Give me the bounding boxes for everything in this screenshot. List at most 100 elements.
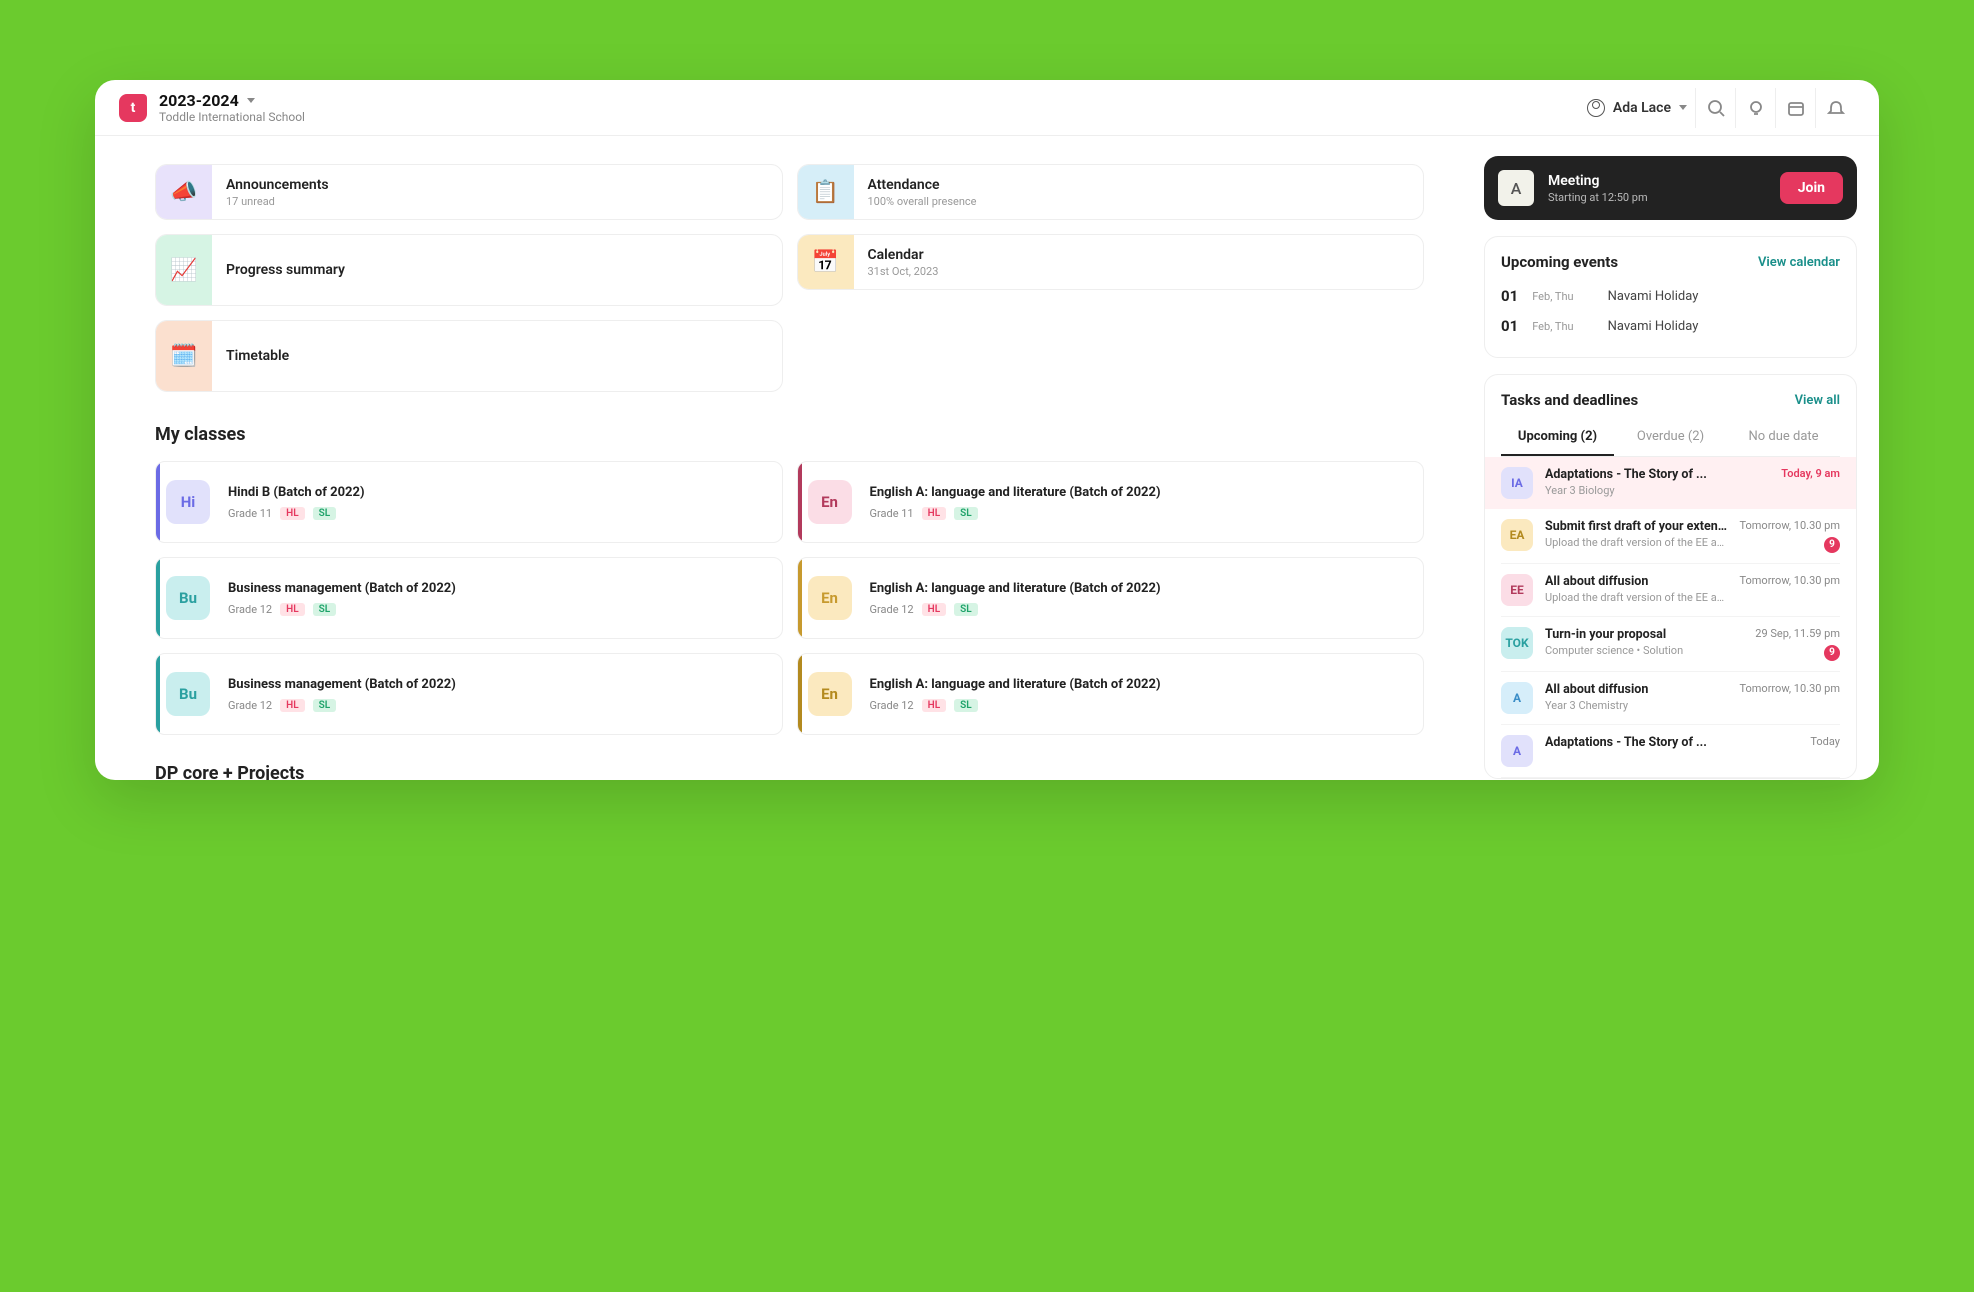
sl-pill: SL	[313, 699, 337, 712]
classes-grid: Hi Hindi B (Batch of 2022) Grade 11 HL S…	[155, 461, 1424, 735]
card-announcements[interactable]: 📣 Announcements 17 unread	[155, 164, 783, 220]
event-day: 01	[1501, 317, 1518, 335]
dpcore-title: DP core + Projects	[155, 763, 1424, 780]
task-row[interactable]: A Adaptations - The Story of ... Today	[1501, 725, 1840, 778]
class-body: English A: language and literature (Batc…	[858, 558, 1173, 638]
class-title: Business management (Batch of 2022)	[228, 676, 456, 694]
task-badge: EA	[1501, 519, 1533, 551]
class-icon-wrap: En	[802, 462, 858, 542]
card-attendance[interactable]: 📋 Attendance 100% overall presence	[797, 164, 1425, 220]
notifications-button[interactable]	[1815, 88, 1855, 128]
sl-pill: SL	[954, 699, 978, 712]
class-card[interactable]: En English A: language and literature (B…	[797, 653, 1425, 735]
year-label: 2023-2024	[159, 91, 239, 110]
year-selector[interactable]: 2023-2024 Toddle International School	[159, 91, 305, 124]
events-list: 01 Feb, Thu Navami Holiday 01 Feb, Thu N…	[1501, 281, 1840, 341]
main-column: 📣 Announcements 17 unread 📋 Attendance 1…	[95, 136, 1484, 780]
class-title: English A: language and literature (Batc…	[870, 676, 1161, 694]
event-dow: Feb, Thu	[1532, 320, 1573, 333]
task-title: Submit first draft of your extended es..…	[1545, 519, 1727, 534]
task-badge: IA	[1501, 467, 1533, 499]
task-badge: A	[1501, 735, 1533, 767]
task-title: Adaptations - The Story of ...	[1545, 735, 1798, 750]
class-card[interactable]: En English A: language and literature (B…	[797, 557, 1425, 639]
card-title: Attendance	[868, 177, 977, 193]
attendance-icon: 📋	[798, 165, 854, 219]
card-calendar[interactable]: 📅 Calendar 31st Oct, 2023	[797, 234, 1425, 290]
timetable-icon: 🗓️	[156, 321, 212, 391]
view-all-link[interactable]: View all	[1795, 393, 1840, 408]
task-main: Adaptations - The Story of ... Year 3 Bi…	[1545, 467, 1769, 497]
school-name: Toddle International School	[159, 110, 305, 124]
class-abbr: Bu	[166, 576, 210, 620]
task-subtitle: Upload the draft version of the EE after…	[1545, 536, 1727, 549]
class-body: Hindi B (Batch of 2022) Grade 11 HL SL	[216, 462, 377, 542]
event-day: 01	[1501, 287, 1518, 305]
megaphone-icon: 📣	[156, 165, 212, 219]
class-meta: Grade 11 HL SL	[228, 507, 365, 520]
grade-label: Grade 12	[228, 603, 272, 616]
task-row[interactable]: EE All about diffusion Upload the draft …	[1501, 564, 1840, 617]
bulb-icon	[1747, 99, 1765, 117]
class-body: Business management (Batch of 2022) Grad…	[216, 654, 468, 734]
count-badge: 9	[1824, 537, 1840, 553]
hl-pill: HL	[280, 507, 305, 520]
tab-overdue[interactable]: Overdue (2)	[1614, 419, 1727, 456]
class-card[interactable]: Hi Hindi B (Batch of 2022) Grade 11 HL S…	[155, 461, 783, 543]
class-abbr: Hi	[166, 480, 210, 524]
task-due: 29 Sep, 11.59 pm	[1755, 627, 1840, 640]
chart-icon: 📈	[156, 235, 212, 305]
task-due: Tomorrow, 10.30 pm	[1739, 682, 1840, 695]
header-bar: t 2023-2024 Toddle International School …	[95, 80, 1879, 136]
user-name: Ada Lace	[1613, 100, 1671, 116]
hl-pill: HL	[922, 603, 947, 616]
task-subtitle: Year 3 Chemistry	[1545, 699, 1727, 712]
task-row[interactable]: A All about diffusion Year 3 Chemistry T…	[1501, 672, 1840, 725]
task-subtitle: Year 3 Biology	[1545, 484, 1769, 497]
event-row[interactable]: 01 Feb, Thu Navami Holiday	[1501, 281, 1840, 311]
tab-nodue[interactable]: No due date	[1727, 419, 1840, 456]
meeting-avatar: A	[1498, 170, 1534, 206]
class-body: Business management (Batch of 2022) Grad…	[216, 558, 468, 638]
search-icon	[1707, 99, 1725, 117]
side-column: A Meeting Starting at 12:50 pm Join Upco…	[1484, 136, 1879, 780]
class-card[interactable]: Bu Business management (Batch of 2022) G…	[155, 653, 783, 735]
event-row[interactable]: 01 Feb, Thu Navami Holiday	[1501, 311, 1840, 341]
view-calendar-link[interactable]: View calendar	[1758, 255, 1840, 270]
user-icon	[1587, 99, 1605, 117]
task-due: Tomorrow, 10.30 pm	[1739, 574, 1840, 587]
task-subtitle: Upload the draft version of the EE after…	[1545, 591, 1727, 604]
task-main: Adaptations - The Story of ...	[1545, 735, 1798, 750]
class-body: English A: language and literature (Batc…	[858, 462, 1173, 542]
class-icon-wrap: En	[802, 654, 858, 734]
task-row[interactable]: EA Submit first draft of your extended e…	[1501, 509, 1840, 564]
class-abbr: En	[808, 480, 852, 524]
content-wrap: 📣 Announcements 17 unread 📋 Attendance 1…	[95, 136, 1879, 780]
user-menu[interactable]: Ada Lace	[1579, 95, 1695, 121]
class-abbr: En	[808, 576, 852, 620]
class-card[interactable]: Bu Business management (Batch of 2022) G…	[155, 557, 783, 639]
sl-pill: SL	[954, 507, 978, 520]
task-title: Adaptations - The Story of ...	[1545, 467, 1769, 482]
calendar-button[interactable]	[1775, 88, 1815, 128]
task-meta: Today	[1810, 735, 1840, 748]
task-badge: TOK	[1501, 627, 1533, 659]
task-main: All about diffusion Upload the draft ver…	[1545, 574, 1727, 604]
app-logo[interactable]: t	[119, 94, 147, 122]
sl-pill: SL	[313, 603, 337, 616]
search-button[interactable]	[1695, 88, 1735, 128]
card-timetable[interactable]: 🗓️ Timetable	[155, 320, 783, 392]
tab-upcoming[interactable]: Upcoming (2)	[1501, 419, 1614, 456]
hl-pill: HL	[280, 603, 305, 616]
task-row[interactable]: IA Adaptations - The Story of ... Year 3…	[1485, 457, 1856, 509]
task-title: All about diffusion	[1545, 682, 1727, 697]
tasks-tabs: Upcoming (2) Overdue (2) No due date	[1501, 419, 1840, 457]
class-card[interactable]: En English A: language and literature (B…	[797, 461, 1425, 543]
join-button[interactable]: Join	[1780, 172, 1843, 204]
task-row[interactable]: TOK Turn-in your proposal Computer scien…	[1501, 617, 1840, 672]
class-abbr: Bu	[166, 672, 210, 716]
hint-button[interactable]	[1735, 88, 1775, 128]
card-progress[interactable]: 📈 Progress summary	[155, 234, 783, 306]
class-body: English A: language and literature (Batc…	[858, 654, 1173, 734]
class-title: English A: language and literature (Batc…	[870, 580, 1161, 598]
